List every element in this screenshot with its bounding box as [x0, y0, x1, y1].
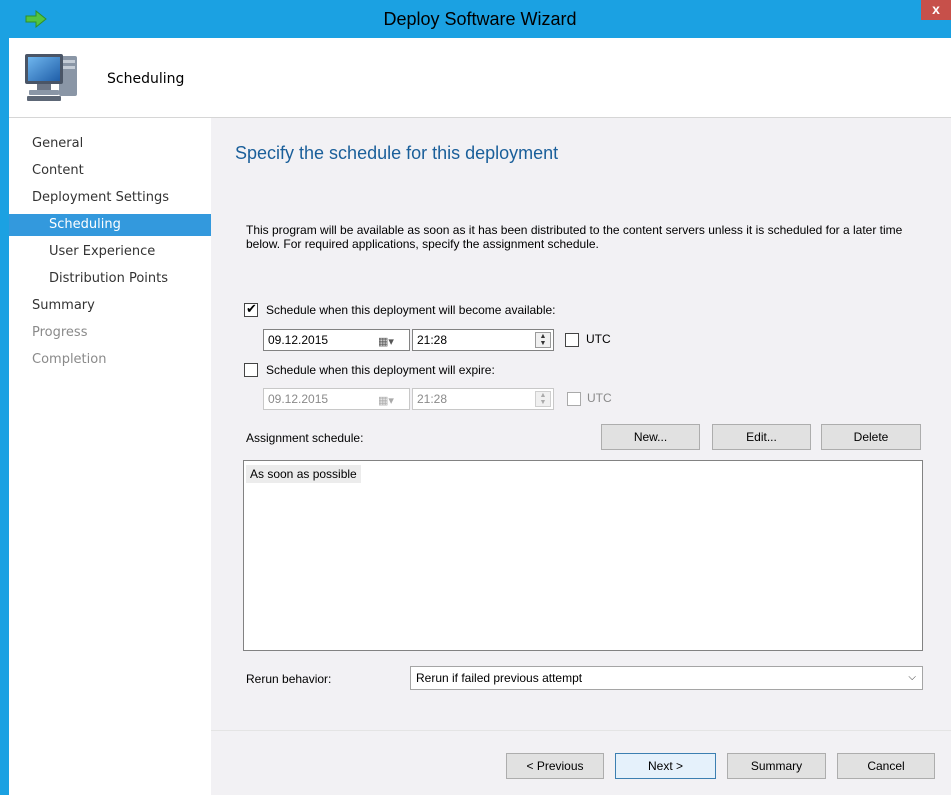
window-frame [0, 0, 9, 795]
assignment-schedule-list[interactable]: As soon as possible [243, 460, 923, 651]
expire-utc-checkbox [567, 392, 581, 406]
expire-date-picker: 09.12.2015 ▦▾ [263, 388, 410, 410]
rerun-behavior-label: Rerun behavior: [246, 672, 332, 686]
nav-item-summary[interactable]: Summary [9, 295, 211, 317]
available-time-value: 21:28 [417, 333, 448, 347]
expire-utc-label: UTC [587, 391, 612, 405]
footer-divider [211, 730, 951, 731]
rerun-behavior-select[interactable]: Rerun if failed previous attempt ⌵ [410, 666, 923, 690]
nav-item-general[interactable]: General [9, 133, 211, 155]
nav-item-user-experience[interactable]: User Experience [9, 241, 211, 263]
computer-monitor-icon [25, 54, 77, 101]
nav-item-distribution-points[interactable]: Distribution Points [9, 268, 211, 290]
close-icon: x [932, 1, 940, 17]
nav-item-scheduling[interactable]: Scheduling [9, 214, 211, 236]
available-label: Schedule when this deployment will becom… [266, 303, 556, 317]
nav-item-completion: Completion [32, 352, 107, 367]
calendar-dropdown-icon[interactable]: ▦▾ [378, 332, 404, 348]
edit-schedule-button[interactable]: Edit... [712, 424, 811, 450]
next-button[interactable]: Next > [615, 753, 716, 779]
close-button[interactable]: x [921, 0, 951, 20]
page-title: Scheduling [107, 71, 185, 87]
wizard-content: Specify the schedule for this deployment… [211, 118, 951, 795]
available-date-picker[interactable]: 09.12.2015 ▦▾ [263, 329, 410, 351]
summary-button[interactable]: Summary [727, 753, 826, 779]
rerun-behavior-value: Rerun if failed previous attempt [416, 671, 583, 685]
spinner-icon[interactable]: ▲ ▼ [535, 332, 551, 348]
cancel-button[interactable]: Cancel [837, 753, 935, 779]
available-utc-checkbox[interactable] [565, 333, 579, 347]
available-utc-label: UTC [586, 332, 611, 346]
delete-schedule-button[interactable]: Delete [821, 424, 921, 450]
expire-time-field: 21:28 ▲ ▼ [412, 388, 554, 410]
description-text: This program will be available as soon a… [246, 223, 903, 251]
new-schedule-button[interactable]: New... [601, 424, 700, 450]
section-heading: Specify the schedule for this deployment [235, 143, 559, 163]
assignment-schedule-label: Assignment schedule: [246, 431, 364, 445]
wizard-header: Scheduling [9, 38, 951, 118]
expire-label: Schedule when this deployment will expir… [266, 363, 495, 377]
expire-checkbox[interactable] [244, 363, 258, 377]
previous-button[interactable]: < Previous [506, 753, 604, 779]
available-date-value: 09.12.2015 [268, 333, 329, 347]
expire-time-value: 21:28 [417, 392, 448, 406]
spinner-icon: ▲ ▼ [535, 391, 551, 407]
list-item[interactable]: As soon as possible [246, 465, 361, 483]
expire-date-value: 09.12.2015 [268, 392, 329, 406]
title-bar[interactable]: Deploy Software Wizard x [9, 0, 951, 38]
nav-item-progress: Progress [32, 325, 88, 340]
nav-item-content[interactable]: Content [9, 160, 211, 182]
available-checkbox[interactable]: ✔ [244, 301, 258, 317]
checkmark-icon: ✔ [246, 301, 257, 316]
calendar-dropdown-icon: ▦▾ [378, 395, 394, 407]
chevron-down-icon: ⌵ [908, 672, 916, 683]
wizard-navigation: General Content Deployment Settings Sche… [9, 118, 211, 795]
nav-item-deployment-settings[interactable]: Deployment Settings [9, 187, 211, 209]
window-title: Deploy Software Wizard [383, 9, 577, 29]
available-time-field[interactable]: 21:28 ▲ ▼ [412, 329, 554, 351]
